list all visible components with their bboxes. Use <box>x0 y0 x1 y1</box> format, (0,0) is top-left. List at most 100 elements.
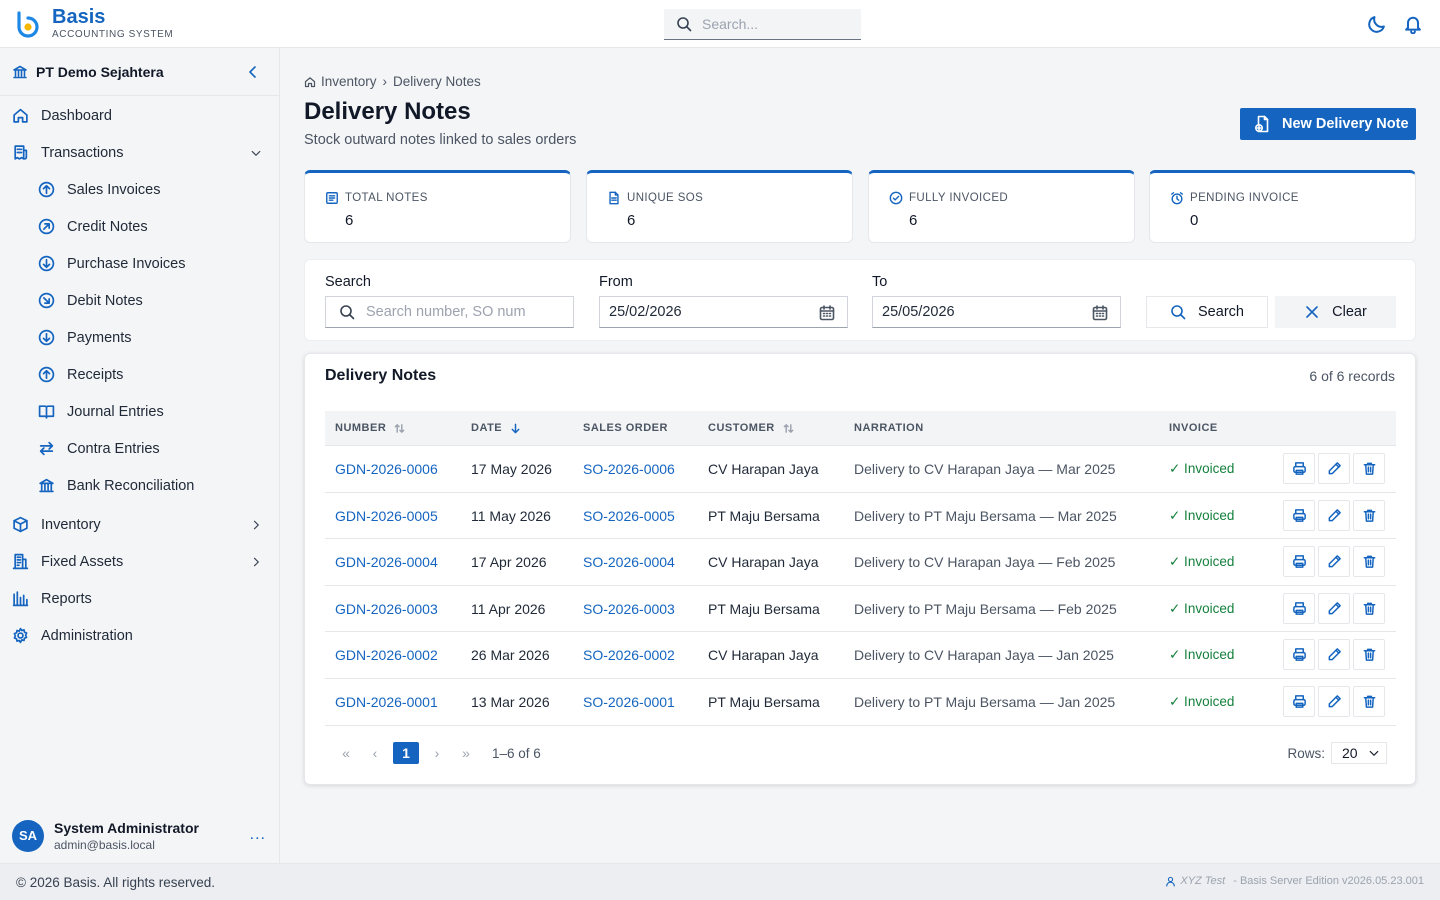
delete-button[interactable] <box>1353 592 1385 624</box>
app-name: Basis <box>52 6 106 28</box>
moon-icon[interactable] <box>1367 14 1387 34</box>
edit-icon <box>1328 508 1341 521</box>
print-button[interactable] <box>1283 685 1315 717</box>
cell-sales-order[interactable]: SO-2026-0005 <box>583 508 675 524</box>
app-logo[interactable]: Basis ACCOUNTING SYSTEM <box>14 6 173 42</box>
edit-button[interactable] <box>1318 592 1350 624</box>
sidebar-item-sales-invoices[interactable]: Sales Invoices <box>0 171 280 208</box>
col-invoice: INVOICE <box>1169 422 1218 434</box>
cell-number[interactable]: GDN-2026-0002 <box>335 647 438 663</box>
edit-icon <box>1328 601 1341 615</box>
edit-button[interactable] <box>1318 639 1350 671</box>
sidebar-item-bank-reconciliation[interactable]: Bank Reconciliation <box>0 467 280 504</box>
sidebar-item-dashboard[interactable]: Dashboard <box>0 97 280 134</box>
delete-button[interactable] <box>1353 639 1385 671</box>
rows-per-page-select[interactable]: 20 <box>1331 742 1387 764</box>
chevron-left-icon[interactable] <box>245 64 261 80</box>
cell-invoice-status: ✓ Invoiced <box>1169 693 1235 709</box>
from-label: From <box>599 274 633 290</box>
sidebar-item-debit-notes[interactable]: Debit Notes <box>0 282 280 319</box>
breadcrumb-inventory[interactable]: Inventory <box>321 74 377 89</box>
print-button[interactable] <box>1283 499 1315 531</box>
print-button[interactable] <box>1283 639 1315 671</box>
delete-button[interactable] <box>1353 499 1385 531</box>
cell-sales-order[interactable]: SO-2026-0006 <box>583 461 675 477</box>
cell-sales-order[interactable]: SO-2026-0002 <box>583 647 675 663</box>
new-delivery-note-button[interactable]: New Delivery Note <box>1240 108 1416 140</box>
to-date-field[interactable]: 25/05/2026 <box>872 296 1121 328</box>
global-search[interactable] <box>664 9 861 40</box>
user-icon <box>1166 876 1176 887</box>
cell-sales-order[interactable]: SO-2026-0004 <box>583 554 675 570</box>
sidebar-item-receipts[interactable]: Receipts <box>0 356 280 393</box>
breadcrumb-current: Delivery Notes <box>393 74 481 89</box>
arrow-up-circle-icon <box>38 366 55 383</box>
company-switcher[interactable]: PT Demo Sejahtera <box>0 48 279 96</box>
sidebar-item-fixed-assets[interactable]: Fixed Assets <box>0 543 280 580</box>
sidebar-item-transactions[interactable]: Transactions <box>0 134 280 171</box>
breadcrumb-separator: › <box>382 74 388 89</box>
sidebar-item-journal-entries[interactable]: Journal Entries <box>0 393 280 430</box>
stat-value: 6 <box>345 212 354 229</box>
col-customer[interactable]: CUSTOMER <box>708 422 794 434</box>
col-sales-order: SALES ORDER <box>583 422 668 434</box>
cell-sales-order[interactable]: SO-2026-0001 <box>583 694 675 710</box>
user-menu-button[interactable]: ... <box>250 826 266 844</box>
edit-button[interactable] <box>1318 453 1350 484</box>
delete-button[interactable] <box>1353 453 1385 484</box>
cell-number[interactable]: GDN-2026-0005 <box>335 508 438 524</box>
from-date-field[interactable]: 25/02/2026 <box>599 296 848 328</box>
table-row: GDN-2026-0004 17 Apr 2026 SO-2026-0004 CV H… <box>325 539 1396 586</box>
search-button[interactable]: Search <box>1146 296 1268 328</box>
table-row: GDN-2026-0005 11 May 2026 SO-2026-0005 PT M… <box>325 493 1396 540</box>
sidebar-item-purchase-invoices[interactable]: Purchase Invoices <box>0 245 280 282</box>
next-page-button[interactable]: › <box>426 742 448 764</box>
col-number[interactable]: NUMBER <box>335 422 405 434</box>
sidebar-item-label: Inventory <box>41 516 101 533</box>
table-body: GDN-2026-0006 17 May 2026 SO-2026-0006 CV H… <box>325 446 1396 726</box>
col-date[interactable]: DATE <box>471 422 521 434</box>
sidebar-item-credit-notes[interactable]: Credit Notes <box>0 208 280 245</box>
cell-number[interactable]: GDN-2026-0004 <box>335 554 438 570</box>
sidebar-item-inventory[interactable]: Inventory <box>0 506 280 543</box>
page-1-button[interactable]: 1 <box>393 742 419 764</box>
home-icon[interactable] <box>304 76 316 88</box>
search-input[interactable] <box>366 304 556 320</box>
sidebar-item-administration[interactable]: Administration <box>0 617 280 654</box>
bell-icon[interactable] <box>1403 14 1423 34</box>
search-field[interactable] <box>325 296 574 328</box>
delete-button[interactable] <box>1353 685 1385 717</box>
user-profile[interactable]: SA System Administrator admin@basis.loca… <box>0 808 280 863</box>
clear-button[interactable]: Clear <box>1275 296 1396 328</box>
edit-button[interactable] <box>1318 685 1350 717</box>
print-icon <box>1292 462 1306 475</box>
print-icon <box>1292 695 1306 708</box>
cell-number[interactable]: GDN-2026-0003 <box>335 601 438 617</box>
col-date-label: DATE <box>471 422 503 434</box>
global-search-input[interactable] <box>702 16 852 32</box>
arrow-down-circle-icon <box>38 329 55 346</box>
main-content: Inventory › Delivery Notes Delivery Note… <box>281 48 1440 863</box>
prev-page-button[interactable]: ‹ <box>364 742 386 764</box>
sidebar-item-contra-entries[interactable]: Contra Entries <box>0 430 280 467</box>
cell-number[interactable]: GDN-2026-0006 <box>335 461 438 477</box>
print-button[interactable] <box>1283 546 1315 578</box>
edit-button[interactable] <box>1318 499 1350 531</box>
building-icon <box>12 553 29 570</box>
first-page-button[interactable]: « <box>335 742 357 764</box>
cell-narration: Delivery to PT Maju Bersama — Jan 2025 <box>854 693 1116 710</box>
sidebar-item-reports[interactable]: Reports <box>0 580 280 617</box>
calendar-icon[interactable] <box>819 305 835 321</box>
breadcrumb: Inventory › Delivery Notes <box>304 74 481 89</box>
calendar-icon[interactable] <box>1092 305 1108 321</box>
cell-sales-order[interactable]: SO-2026-0003 <box>583 601 675 617</box>
cell-narration: Delivery to PT Maju Bersama — Feb 2025 <box>854 600 1117 617</box>
footer: © 2026 Basis. All rights reserved. XYZ T… <box>0 863 1440 900</box>
cell-number[interactable]: GDN-2026-0001 <box>335 694 438 710</box>
sidebar-item-payments[interactable]: Payments <box>0 319 280 356</box>
print-button[interactable] <box>1283 453 1315 484</box>
last-page-button[interactable]: » <box>455 742 477 764</box>
print-button[interactable] <box>1283 592 1315 624</box>
delete-button[interactable] <box>1353 546 1385 578</box>
edit-button[interactable] <box>1318 546 1350 578</box>
